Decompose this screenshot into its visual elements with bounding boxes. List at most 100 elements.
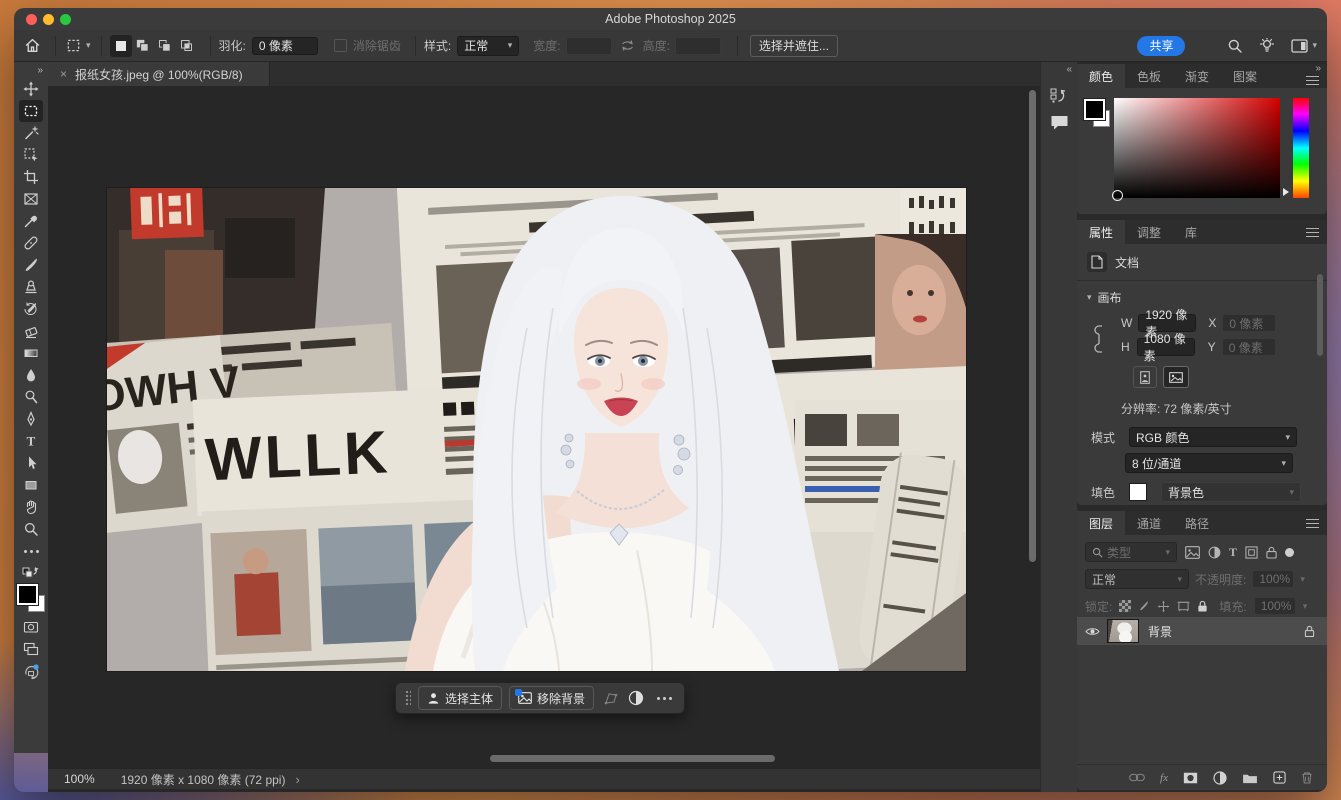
tool-pen[interactable] [19, 408, 43, 430]
foreground-color-swatch[interactable] [1084, 99, 1105, 120]
remove-background-button[interactable]: 移除背景 [509, 686, 594, 710]
tool-shape[interactable] [19, 474, 43, 496]
tool-history-brush[interactable] [19, 298, 43, 320]
filter-type-layers-icon[interactable]: T [1229, 545, 1237, 560]
subtract-from-selection-button[interactable] [154, 35, 176, 57]
expand-panels-chevrons[interactable]: « [1066, 64, 1072, 75]
tool-preset-marquee[interactable]: ▾ [66, 38, 91, 53]
color-field[interactable] [1114, 98, 1280, 198]
layer-thumbnail[interactable] [1107, 619, 1139, 643]
color-mode-dropdown[interactable]: RGB 颜色 ▾ [1129, 427, 1297, 447]
tool-healing-brush[interactable] [19, 232, 43, 254]
tool-eraser[interactable] [19, 320, 43, 342]
lock-pixels-icon[interactable] [1138, 600, 1150, 612]
new-selection-button[interactable] [110, 35, 132, 57]
canvas-fill-swatch[interactable] [1129, 483, 1147, 501]
document-tab[interactable]: × 报纸女孩.jpeg @ 100%(RGB/8) [48, 62, 270, 86]
workspace-layout-button[interactable]: ▾ [1291, 39, 1317, 53]
share-button[interactable]: 共享 [1137, 36, 1185, 56]
document-canvas[interactable]: OWH V [107, 188, 966, 671]
tab-patterns[interactable]: 图案 [1221, 64, 1269, 88]
tab-channels[interactable]: 通道 [1125, 511, 1173, 535]
layer-visibility-toggle[interactable] [1077, 626, 1107, 637]
panel-menu-icon[interactable] [1306, 76, 1319, 85]
antialias-checkbox[interactable] [334, 39, 347, 52]
taskbar-drag-handle[interactable] [404, 689, 411, 707]
tool-crop[interactable] [19, 166, 43, 188]
tool-brush[interactable] [19, 254, 43, 276]
panel-menu-icon[interactable] [1306, 519, 1319, 528]
panel-menu-icon[interactable] [1306, 228, 1319, 237]
search-icon[interactable] [1227, 38, 1243, 54]
section-collapse-icon[interactable]: ▾ [1087, 293, 1092, 302]
comments-panel-icon[interactable] [1050, 114, 1069, 131]
layer-row-background[interactable]: 背景 [1077, 617, 1327, 645]
tool-rectangular-marquee[interactable] [19, 100, 43, 122]
canvas-height-input[interactable]: 1080 像素 [1137, 338, 1195, 356]
adjustment-contrast-icon[interactable] [628, 690, 644, 706]
tab-adjustments[interactable]: 调整 [1125, 220, 1173, 244]
tool-clone-stamp[interactable] [19, 276, 43, 298]
discover-lightbulb-icon[interactable] [1259, 38, 1275, 54]
hue-slider-arrow[interactable] [1283, 188, 1289, 196]
tool-zoom[interactable] [19, 518, 43, 540]
tab-libraries[interactable]: 库 [1173, 220, 1209, 244]
tool-quick-selection[interactable] [19, 144, 43, 166]
rotate-view-button[interactable] [19, 660, 43, 682]
select-and-mask-button[interactable]: 选择并遮住... [750, 35, 838, 57]
properties-scrollbar[interactable] [1317, 274, 1323, 356]
lock-transparency-icon[interactable] [1119, 600, 1131, 612]
lock-artboard-icon[interactable] [1177, 600, 1190, 612]
collapse-dock-chevrons[interactable]: » [1315, 63, 1321, 74]
intersect-selection-button[interactable] [176, 35, 198, 57]
lock-all-icon[interactable] [1197, 600, 1208, 613]
add-mask-icon[interactable] [1183, 772, 1198, 784]
tool-hand[interactable] [19, 496, 43, 518]
tool-frame[interactable] [19, 188, 43, 210]
link-layers-icon[interactable] [1129, 773, 1145, 782]
history-panel-icon[interactable] [1049, 86, 1069, 106]
foreground-background-swatches[interactable] [16, 583, 46, 613]
tab-gradients[interactable]: 渐变 [1173, 64, 1221, 88]
swap-colors-icon[interactable] [19, 562, 43, 580]
tab-swatches[interactable]: 色板 [1125, 64, 1173, 88]
edit-toolbar-ellipsis[interactable] [19, 540, 43, 562]
bit-depth-dropdown[interactable]: 8 位/通道 ▾ [1125, 453, 1293, 473]
filter-smart-objects-icon[interactable] [1266, 546, 1277, 559]
color-field-cursor[interactable] [1112, 190, 1123, 201]
layer-effects-icon[interactable]: fx [1160, 772, 1168, 784]
tool-path-select[interactable] [19, 452, 43, 474]
quick-mask-button[interactable] [19, 616, 43, 638]
tab-color[interactable]: 颜色 [1077, 64, 1125, 88]
hue-strip[interactable] [1293, 98, 1309, 198]
tool-blur[interactable] [19, 364, 43, 386]
collapse-toolbar-chevrons[interactable]: » [37, 65, 43, 76]
tool-gradient[interactable] [19, 342, 43, 364]
filter-toggle-icon[interactable] [1285, 548, 1294, 557]
new-group-icon[interactable] [1242, 772, 1258, 784]
lock-position-icon[interactable] [1157, 600, 1170, 613]
blend-mode-dropdown[interactable]: 正常 ▾ [1085, 569, 1189, 589]
tool-dodge[interactable] [19, 386, 43, 408]
tab-properties[interactable]: 属性 [1077, 220, 1125, 244]
vertical-scrollbar[interactable] [1029, 90, 1036, 562]
style-dropdown[interactable]: 正常 ▾ [457, 36, 519, 56]
feather-input[interactable]: 0 像素 [252, 37, 318, 55]
horizontal-scrollbar[interactable] [490, 755, 775, 762]
filter-adjustment-layers-icon[interactable] [1208, 546, 1221, 559]
screen-mode-button[interactable] [19, 638, 43, 660]
foreground-color-swatch[interactable] [17, 584, 38, 605]
landscape-orientation-button[interactable] [1163, 366, 1189, 388]
zoom-level[interactable]: 100% [64, 772, 95, 786]
tab-layers[interactable]: 图层 [1077, 511, 1125, 535]
tool-move[interactable] [19, 78, 43, 100]
tool-object-selection[interactable] [19, 122, 43, 144]
portrait-orientation-button[interactable] [1133, 366, 1157, 388]
filter-shape-layers-icon[interactable] [1245, 546, 1258, 559]
link-dimensions-icon[interactable] [1093, 322, 1105, 356]
add-adjustment-layer-icon[interactable] [1213, 771, 1227, 785]
transform-tool-icon[interactable] [603, 691, 619, 706]
tool-type[interactable]: T [19, 430, 43, 452]
tab-paths[interactable]: 路径 [1173, 511, 1221, 535]
tool-eyedropper[interactable] [19, 210, 43, 232]
